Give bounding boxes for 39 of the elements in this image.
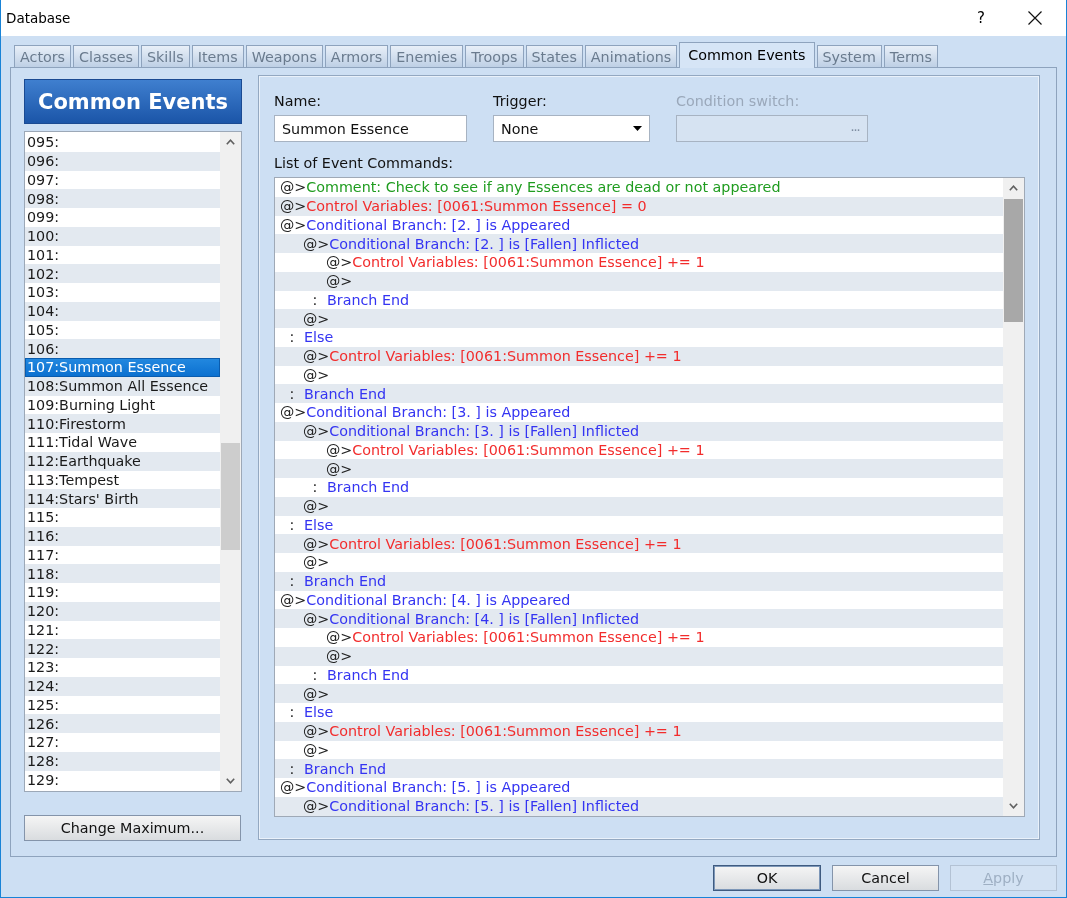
change-maximum-button[interactable]: Change Maximum... [24,815,241,841]
chevron-up-icon[interactable] [1009,185,1018,191]
window-title: Database [6,10,71,26]
list-item[interactable]: 126: [25,714,220,733]
name-field[interactable]: Summon Essence [274,115,467,142]
command-list-label: List of Event Commands: [274,155,455,171]
list-item[interactable]: 098: [25,189,220,208]
command-row[interactable]: @> [275,309,1003,328]
scrollbar-thumb[interactable] [1004,199,1023,322]
chevron-down-icon[interactable] [226,778,235,784]
command-row[interactable]: : Branch End [275,759,1003,778]
command-row[interactable]: @>Conditional Branch: [4. ] is [Fallen] Inflicted [275,609,1003,628]
close-icon [1028,11,1042,25]
list-item[interactable]: 107:Summon Essence [25,358,220,377]
scrollbar-thumb[interactable] [221,443,240,550]
command-row[interactable]: @>Conditional Branch: [2. ] is [Fallen] Inflicted [275,234,1003,253]
command-row[interactable]: @>Control Variables: [0061:Summon Essence] += 1 [275,534,1003,553]
command-row[interactable]: : Branch End [275,384,1003,403]
list-item[interactable]: 122: [25,639,220,658]
field-label: Name: [274,93,322,109]
field-label: Trigger: [493,93,548,109]
scrollbar[interactable] [1003,178,1024,816]
caret-icon [633,126,642,131]
list-item[interactable]: 110:Firestorm [25,414,220,433]
chevron-down-icon[interactable] [1009,803,1018,809]
list-item[interactable]: 114:Stars' Birth [25,489,220,508]
scrollbar[interactable] [220,132,241,791]
tab[interactable]: Common Events [679,42,815,68]
chevron-up-icon[interactable] [226,139,235,145]
dialog-button[interactable]: OK [713,865,821,891]
field-label: Condition switch: [676,93,801,109]
dialog-button[interactable]: Cancel [832,865,939,891]
list-item[interactable]: 118: [25,564,220,583]
command-row[interactable]: @> [275,459,1003,478]
list-item[interactable]: 106: [25,339,220,358]
list-item[interactable]: 102: [25,264,220,283]
trigger-dropdown[interactable]: None [493,115,650,142]
sidebar-title: Common Events [24,79,242,124]
command-row[interactable]: @> [275,684,1003,703]
